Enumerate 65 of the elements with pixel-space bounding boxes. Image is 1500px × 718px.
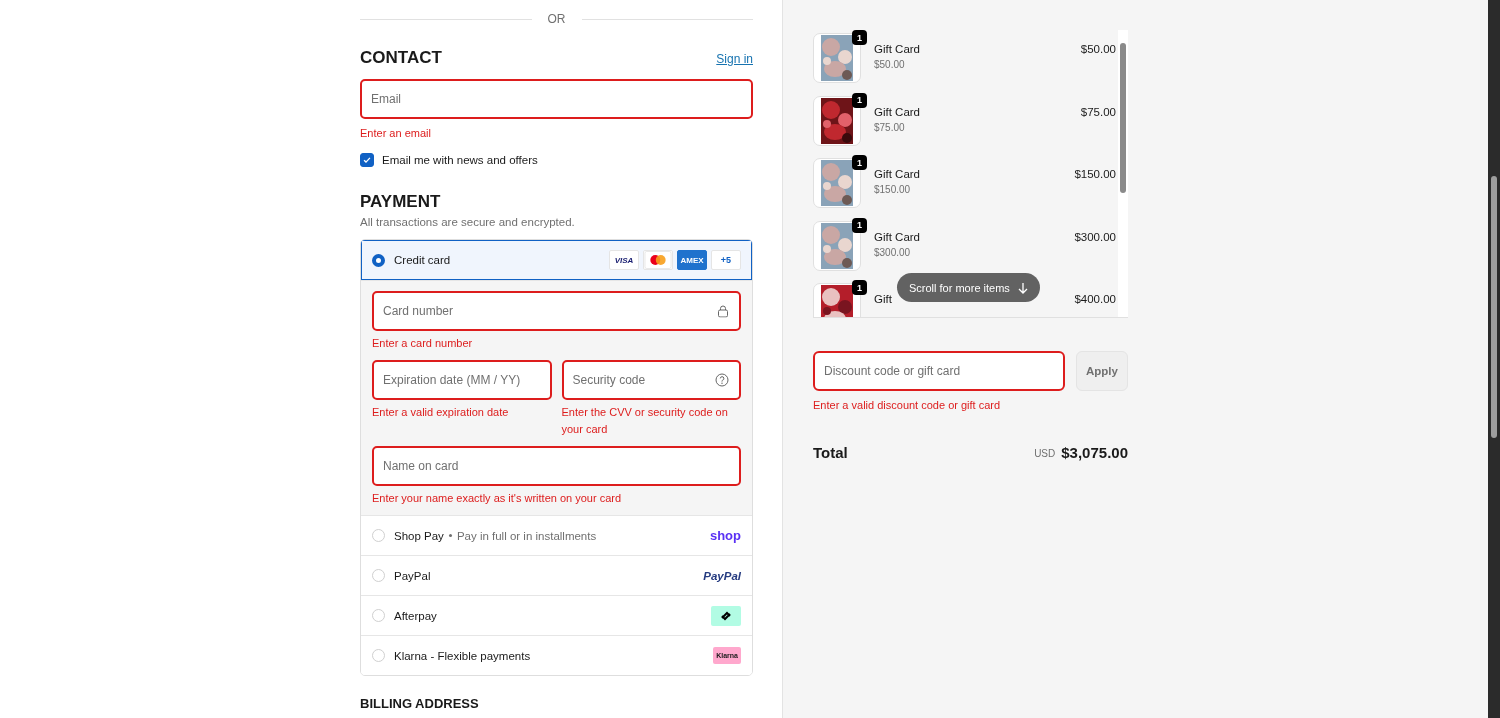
shop-pay-logo: shop (709, 528, 741, 543)
product-variant: $150.00 (874, 184, 912, 195)
sign-in-link[interactable]: Sign in (716, 52, 753, 66)
product-name: Gift Card (874, 43, 920, 55)
error-message: Enter your name exactly as it's written on your card (372, 491, 623, 506)
payment-option-label: Afterpay (394, 609, 437, 622)
quantity-badge: 1 (852, 280, 867, 295)
quantity-badge: 1 (852, 92, 867, 108)
section-heading: PAYMENT (360, 192, 442, 212)
payment-option-label: Klarna - Flexible payments (394, 649, 531, 662)
payment-option-label: Credit card (394, 254, 451, 266)
text-field[interactable]: Expiration date (MM / YY) (372, 360, 552, 400)
discount-field[interactable]: Discount code or gift card (813, 351, 1065, 391)
text-field[interactable]: Security code (561, 360, 741, 400)
text-field[interactable]: Name on card (372, 446, 741, 486)
email-field[interactable]: Email (360, 79, 753, 119)
total-amount: $3,075.00 (1061, 444, 1128, 461)
product-name: Gift (874, 293, 892, 305)
visa-logo: VISA (609, 250, 639, 270)
afterpay-logo (711, 605, 741, 626)
product-price: $400.00 (1074, 293, 1116, 305)
product-price: $50.00 (1080, 43, 1116, 55)
radio-button[interactable] (372, 253, 385, 267)
quantity-badge: 1 (852, 217, 867, 233)
total-label: Total (813, 444, 848, 461)
payment-option[interactable]: Credit card VISA AMEX +5 (361, 240, 752, 280)
quantity-badge: 1 (852, 155, 867, 170)
divider-label: OR (546, 12, 567, 26)
mastercard-logo (643, 250, 673, 270)
product-variant: $300.00 (874, 246, 912, 258)
currency-code: USD (1034, 448, 1056, 459)
product-name: Gift Card (874, 230, 920, 243)
help-icon (715, 373, 729, 387)
page-scrollbar[interactable] (1488, 0, 1500, 718)
error-message: Enter a valid discount code or gift card (813, 398, 1002, 413)
checkbox[interactable] (360, 153, 374, 167)
product-price: $75.00 (1080, 105, 1116, 118)
text-field[interactable]: Card number (372, 291, 741, 331)
error-message: Enter the CVV or security code on your card (561, 405, 729, 437)
product-name: Gift Card (874, 105, 920, 118)
section-heading: BILLING ADDRESS (360, 696, 480, 711)
product-variant: $50.00 (874, 59, 906, 70)
product-variant: $75.00 (874, 121, 906, 133)
paypal-logo: PayPal (703, 569, 741, 582)
arrow-down-icon (1017, 281, 1028, 294)
more-brands-badge: +5 (711, 250, 741, 270)
amex-logo: AMEX (677, 250, 707, 270)
error-message: Enter a valid expiration date (372, 405, 510, 420)
scrollbar[interactable] (1118, 30, 1128, 317)
product-name: Gift Card (874, 168, 920, 180)
payment-option-note: Pay in full or in installments (456, 529, 597, 542)
section-subtitle: All transactions are secure and encrypted. (360, 216, 576, 228)
check-icon (362, 155, 372, 165)
scroll-hint-button[interactable]: Scroll for more items (897, 273, 1040, 302)
payment-option-label: Shop Pay (394, 529, 444, 542)
section-heading: CONTACT (360, 48, 442, 68)
error-message: Enter a card number (372, 336, 474, 351)
error-message: Enter an email (360, 126, 432, 141)
payment-option-label: PayPal (394, 569, 431, 582)
apply-button[interactable]: Apply (1076, 351, 1128, 391)
product-price: $150.00 (1074, 168, 1116, 180)
lock-icon (717, 304, 729, 318)
product-price: $300.00 (1074, 230, 1116, 243)
quantity-badge: 1 (852, 30, 867, 45)
checkbox-label: Email me with news and offers (382, 154, 538, 166)
